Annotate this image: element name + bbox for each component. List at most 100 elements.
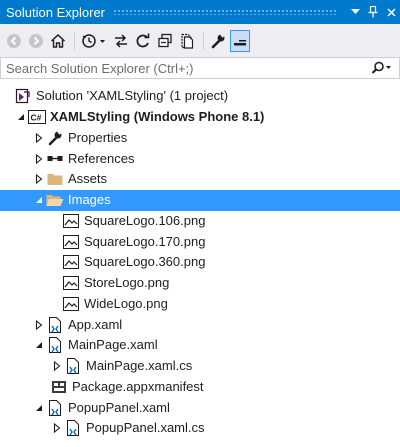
tree-item-label: StoreLogo.png (84, 275, 170, 291)
window-title: Solution Explorer (6, 4, 105, 20)
preview-selected-items-button[interactable] (230, 29, 250, 52)
home-icon (50, 33, 66, 48)
toolbar-separator (203, 31, 204, 50)
sync-arrows-icon (115, 33, 127, 48)
back-arrow-icon (7, 33, 21, 48)
tree-item-image-file[interactable]: SquareLogo.106.png (0, 211, 400, 232)
expanded-arrow-icon[interactable] (32, 193, 46, 207)
collapse-all-icon (158, 33, 172, 47)
tree-item-properties[interactable]: Properties (0, 128, 400, 149)
tree-item-label: XAMLStyling (Windows Phone 8.1) (50, 109, 265, 125)
image-file-icon (62, 234, 80, 250)
properties-button[interactable] (208, 30, 228, 52)
toolbar-separator (74, 31, 75, 50)
tree-item-label: App.xaml (68, 316, 123, 332)
title-bar[interactable]: Solution Explorer (0, 0, 400, 24)
expanded-arrow-icon[interactable] (14, 110, 28, 124)
tree-item-label: WideLogo.png (84, 295, 168, 311)
tree-item-popuppanel-cs[interactable]: PopupPanel.xaml.cs (0, 418, 400, 439)
collapsed-arrow-icon[interactable] (32, 152, 46, 166)
tree-item-image-file[interactable]: SquareLogo.360.png (0, 252, 400, 273)
show-all-files-button[interactable] (177, 30, 197, 52)
show-all-files-icon (181, 33, 194, 49)
solution-icon (14, 88, 32, 104)
tree-item-label: Images (68, 192, 111, 208)
tree-item-mainpage-xaml[interactable]: MainPage.xaml (0, 335, 400, 356)
tree-item-label: MainPage.xaml (68, 337, 158, 353)
collapsed-arrow-icon[interactable] (50, 359, 64, 373)
tree-item-solution[interactable]: Solution 'XAMLStyling' (1 project) (0, 86, 400, 107)
csharp-file-icon (64, 420, 82, 437)
refresh-button[interactable] (133, 30, 153, 52)
preview-icon (234, 39, 246, 45)
image-file-icon (62, 275, 80, 291)
tree-item-image-file[interactable]: WideLogo.png (0, 294, 400, 315)
tree-item-label: PopupPanel.xaml.cs (86, 420, 205, 436)
tree-item-label: PopupPanel.xaml (68, 399, 170, 415)
solution-tree: Solution 'XAMLStyling' (1 project) C# XA… (0, 86, 400, 439)
tree-item-assets[interactable]: Assets (0, 169, 400, 190)
title-grip[interactable] (113, 9, 338, 15)
back-button[interactable] (4, 30, 24, 52)
collapsed-arrow-icon[interactable] (50, 421, 64, 435)
tree-item-image-file[interactable]: SquareLogo.170.png (0, 231, 400, 252)
search-input[interactable] (1, 59, 365, 77)
tree-item-images[interactable]: Images (0, 189, 400, 211)
forward-button[interactable] (26, 30, 46, 52)
collapsed-arrow-icon[interactable] (32, 172, 46, 186)
references-icon (46, 151, 64, 167)
tree-item-label: Solution 'XAMLStyling' (1 project) (36, 88, 229, 104)
tree-item-label: Properties (68, 129, 128, 145)
window-position-button[interactable] (346, 0, 364, 24)
tree-item-label: SquareLogo.360.png (84, 254, 206, 270)
tree-item-label: Assets (68, 171, 108, 187)
svg-text:C#: C# (31, 113, 42, 123)
search-box[interactable] (0, 57, 400, 79)
tree-item-manifest[interactable]: Package.appxmanifest (0, 377, 400, 398)
xaml-file-icon (46, 399, 64, 416)
tree-item-label: SquareLogo.106.png (84, 212, 206, 228)
csharp-project-icon: C# (28, 109, 46, 125)
refresh-icon (136, 33, 150, 47)
expanded-arrow-icon[interactable] (32, 401, 46, 415)
tree-item-label: SquareLogo.170.png (84, 233, 206, 249)
dropdown-arrow-icon (350, 9, 360, 14)
image-file-icon (62, 254, 80, 270)
tree-item-project[interactable]: C# XAMLStyling (Windows Phone 8.1) (0, 107, 400, 128)
wrench-icon (211, 33, 225, 48)
tree-item-image-file[interactable]: StoreLogo.png (0, 273, 400, 294)
solution-explorer-window: Solution Explorer Search Solution Explor… (0, 0, 400, 447)
image-file-icon (62, 213, 80, 229)
xaml-file-icon (46, 337, 64, 354)
xaml-file-icon (46, 316, 64, 333)
toolbar (0, 24, 400, 57)
tree-item-mainpage-cs[interactable]: MainPage.xaml.cs (0, 356, 400, 377)
tree-item-label: MainPage.xaml.cs (86, 358, 193, 374)
collapsed-arrow-icon[interactable] (32, 131, 46, 145)
open-folder-icon (46, 192, 64, 208)
folder-icon (46, 171, 64, 187)
tree-item-label: Package.appxmanifest (72, 378, 204, 394)
close-button[interactable] (382, 0, 400, 24)
close-icon (386, 7, 396, 17)
home-button[interactable] (48, 30, 68, 52)
image-file-icon (62, 296, 80, 312)
pin-icon (368, 6, 378, 18)
csharp-file-icon (64, 358, 82, 375)
expanded-arrow-icon[interactable] (32, 338, 46, 352)
search-options-button[interactable] (365, 58, 399, 78)
auto-hide-button[interactable] (364, 0, 382, 24)
forward-arrow-icon (29, 33, 43, 48)
collapse-all-button[interactable] (155, 30, 175, 52)
search-icon (371, 61, 391, 74)
collapsed-arrow-icon[interactable] (32, 318, 46, 332)
manifest-icon (50, 379, 68, 395)
tree-item-label: References (68, 150, 135, 166)
wrench-icon (46, 130, 64, 146)
clock-dropdown-icon (82, 33, 105, 48)
pending-changes-filter-button[interactable] (79, 30, 109, 52)
tree-item-references[interactable]: References (0, 148, 400, 169)
tree-item-popuppanel-xaml[interactable]: PopupPanel.xaml (0, 397, 400, 418)
sync-with-active-document-button[interactable] (111, 30, 131, 52)
tree-item-app-xaml[interactable]: App.xaml (0, 314, 400, 335)
